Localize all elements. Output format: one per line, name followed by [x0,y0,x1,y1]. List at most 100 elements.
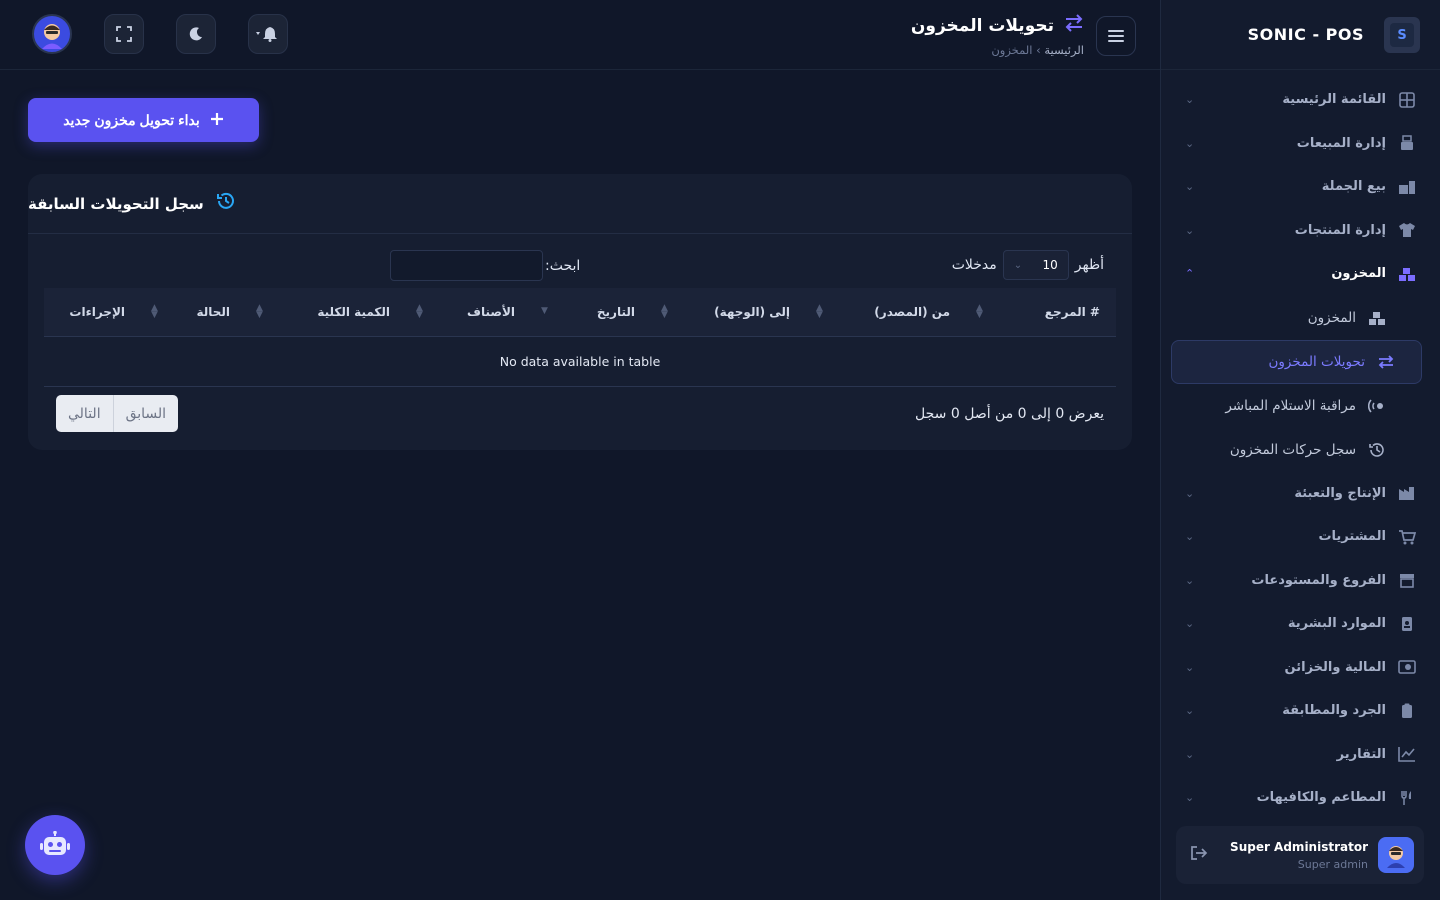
expand-icon [116,26,132,42]
money-icon [1398,658,1416,676]
transfers-history-card: سجل التحويلات السابقة أظهر 10 ⌄ مدخلات ا… [28,174,1132,450]
sidebar-subitem-label: مراقبة الاستلام المباشر [1225,397,1356,414]
bell-icon [256,27,277,42]
entries-select[interactable]: 10 ⌄ [1002,250,1069,280]
notifications-button[interactable] [248,14,288,54]
sidebar-subitem-live-receiving[interactable]: مراقبة الاستلام المباشر [1171,384,1422,428]
page-title: تحويلات المخزون [910,15,1054,36]
transfer-icon [1064,14,1084,37]
sort-icon: ▲ ▼ [816,303,823,320]
breadcrumb: الرئيسية › المخزون [911,43,1084,57]
column-header[interactable]: الحالة ▲ ▼ [141,288,246,337]
svg-text:S: S [1397,28,1406,43]
cart-icon [1398,528,1416,546]
sidebar-item-dashboard[interactable]: القائمة الرئيسية ⌄ [1161,78,1440,122]
column-header[interactable]: # المرجع ▲ ▼ [966,288,1116,337]
chevron-down-icon: ⌄ [1185,660,1195,674]
sidebar-item-hr[interactable]: الموارد البشرية ⌄ [1161,602,1440,646]
breadcrumb-home[interactable]: الرئيسية [1044,43,1084,57]
logout-icon[interactable] [1190,845,1208,865]
menu-toggle-button[interactable] [1096,15,1136,56]
sidebar-item-label: المطاعم والكافيهات [1256,790,1386,806]
column-header[interactable]: الكمية الكلية ▲ ▼ [246,288,406,337]
sort-icon: ▲ ▼ [661,303,668,320]
dark-mode-button[interactable] [176,14,216,54]
clipboard-icon [1398,702,1416,720]
chevron-down-icon: ⌄ [1185,180,1195,194]
sidebar-subitem-movements-log[interactable]: سجل حركات المخزون [1171,428,1422,472]
sidebar-subitem-inventory[interactable]: المخزون [1171,296,1422,340]
sidebar-item-products[interactable]: إدارة المنتجات ⌄ [1161,209,1440,253]
sort-icon: ▲ ▼ [151,303,158,320]
breadcrumb-separator: › [1036,43,1041,57]
history-icon [1368,441,1386,459]
chevron-down-icon: ⌄ [1013,259,1023,271]
user-name: Super Administrator [1230,839,1368,854]
utensils-icon [1398,789,1416,807]
chatbot-button[interactable] [25,815,85,875]
user-card: Super Administrator Super admin [1176,826,1424,884]
column-header[interactable]: الإجراءات [44,288,141,337]
moon-icon [189,27,202,41]
sidebar-item-sales[interactable]: إدارة المبيعات ⌄ [1161,122,1440,166]
chevron-down-icon: ⌄ [1185,704,1195,718]
sidebar-subitem-label: المخزون [1307,309,1356,326]
header-avatar[interactable] [32,14,72,54]
column-header[interactable]: التاريخ ▼ [531,288,651,337]
sidebar-item-restaurants[interactable]: المطاعم والكافيهات ⌄ [1161,776,1440,820]
user-role: Super admin [1297,857,1368,871]
sidebar-item-label: المخزون [1331,266,1386,282]
sidebar-item-production[interactable]: الإنتاج والتعبئة ⌄ [1161,472,1440,516]
chevron-down-icon: ⌄ [1185,747,1195,761]
chevron-down-icon: ⌄ [1185,486,1195,500]
sidebar-item-label: الفروع والمستودعات [1251,572,1386,588]
page-title-row: تحويلات المخزون [911,14,1084,37]
sidebar-item-label: إدارة المنتجات [1294,222,1386,238]
top-header: تحويلات المخزون الرئيسية › المخزون [0,0,1160,70]
sidebar-nav: القائمة الرئيسية ⌄ إدارة المبيعات ⌄ بيع … [1161,70,1440,820]
entries-length-control: أظهر 10 ⌄ مدخلات [952,250,1104,280]
sort-icon: ▲ ▼ [976,303,983,320]
table-row: No data available in table [44,336,1116,387]
sidebar-item-inventory[interactable]: المخزون ⌃ [1161,252,1440,296]
history-icon [216,191,236,216]
sidebar-subitem-transfers[interactable]: تحويلات المخزون [1171,339,1422,384]
title-block: تحويلات المخزون الرئيسية › المخزون [911,14,1084,57]
chart-line-icon [1398,745,1416,763]
sidebar-item-purchases[interactable]: المشتريات ⌄ [1161,515,1440,559]
user-info: Super Administrator Super admin [1230,837,1414,873]
sidebar-item-label: إدارة المبيعات [1296,135,1386,151]
brand-logo: S [1384,16,1420,53]
sidebar-item-finance[interactable]: المالية والخزائن ⌄ [1161,646,1440,690]
previous-page-button[interactable]: السابق [112,395,178,432]
column-header[interactable]: الأصناف ▲ ▼ [406,288,531,337]
store-icon [1398,571,1416,589]
sidebar-item-label: التقارير [1336,746,1386,762]
sidebar-item-branches[interactable]: الفروع والمستودعات ⌄ [1161,559,1440,603]
pagination: التالي السابق [56,395,179,432]
new-transfer-button[interactable]: بداء تحويل مخزون جديد [28,98,259,142]
chevron-down-icon: ⌄ [1185,223,1195,237]
column-header[interactable]: إلى (الوجهة) ▲ ▼ [651,288,806,337]
sales-icon [1398,134,1416,152]
card-title: سجل التحويلات السابقة [28,194,204,213]
sidebar-item-stocktaking[interactable]: الجرد والمطابقة ⌄ [1161,689,1440,733]
sidebar-item-label: الجرد والمطابقة [1282,703,1386,719]
table-header-row: # المرجع ▲ ▼ من (المصدر) ▲ ▼ إلى (الوجهة) ▲ ▼ … [44,288,1116,337]
transfers-table: # المرجع ▲ ▼ من (المصدر) ▲ ▼ إلى (الوجهة) ▲ ▼ … [44,288,1116,387]
search-input[interactable] [390,250,543,281]
robot-icon [40,831,70,855]
sidebar-item-reports[interactable]: التقارير ⌄ [1161,733,1440,777]
avatar[interactable] [1378,837,1414,873]
column-header[interactable]: من (المصدر) ▲ ▼ [806,288,966,337]
sort-icon: ▲ ▼ [416,303,423,320]
card-header: سجل التحويلات السابقة [28,174,1132,234]
next-page-button[interactable]: التالي [56,395,113,432]
sidebar-item-wholesale[interactable]: بيع الجملة ⌄ [1161,165,1440,209]
header-title-area: تحويلات المخزون الرئيسية › المخزون [911,14,1136,57]
wholesale-icon [1398,178,1416,196]
dashboard-icon [1398,91,1416,109]
sidebar: SONIC - POS S القائمة الرئيسية ⌄ إدارة ا… [1160,0,1440,900]
chevron-down-icon: ⌄ [1185,93,1195,107]
fullscreen-button[interactable] [104,14,144,54]
